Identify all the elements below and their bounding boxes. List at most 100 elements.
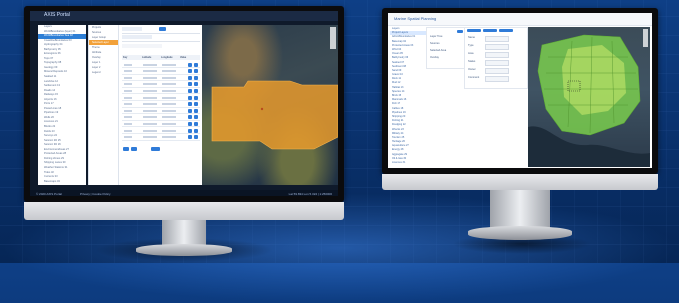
sidebar-item[interactable]: Licences 31 (390, 161, 426, 165)
map-overlay (528, 34, 650, 167)
table-row[interactable] (122, 69, 200, 75)
satellite-map[interactable] (528, 27, 650, 167)
row-action-button[interactable] (194, 75, 198, 80)
sidebar-item[interactable]: Basemaps 34 (38, 180, 86, 185)
row-action-button[interactable] (194, 135, 198, 140)
left-monitor-foot (136, 244, 232, 256)
table-row[interactable] (122, 108, 200, 115)
right-monitor-neck (490, 190, 550, 230)
row-action-button[interactable] (188, 102, 192, 107)
form-label: Name (468, 36, 475, 39)
row-action-button[interactable] (194, 62, 198, 67)
app-title: AXIS Portal (44, 12, 70, 18)
form-label: Area (468, 52, 474, 55)
table-row[interactable] (122, 88, 200, 95)
status-mid[interactable]: Privacy | Cookie Policy (80, 192, 110, 196)
map-overlay (211, 80, 338, 150)
layers-sidebar[interactable]: Layers Project Layers AdminBoundaries 01 Ba… (390, 27, 426, 167)
status-left: © 2020 AXIS Portal (36, 191, 62, 196)
status-right: Lat 59.834 Lon 5.324 | 1:250000 (288, 191, 332, 196)
row-action-button[interactable] (188, 108, 192, 113)
form-field[interactable] (485, 52, 509, 58)
form-field[interactable] (485, 36, 509, 42)
row-action-button[interactable] (188, 95, 192, 100)
form-tab-1[interactable] (467, 29, 481, 32)
form-label: Owner (468, 68, 476, 71)
right-monitor-chin (382, 174, 658, 190)
status-bar: © 2020 AXIS Portal Privacy | Cookie Poli… (30, 190, 338, 196)
project-tree-panel[interactable]: Projects Sources Layer Group Selected Layer… (88, 25, 119, 185)
left-monitor-bezel: AXIS Portal Layers WorldBoundaries (layer… (24, 6, 344, 202)
table-add-button[interactable] (159, 27, 166, 31)
table-row[interactable] (122, 95, 200, 101)
row-action-button[interactable] (194, 69, 198, 74)
table-row[interactable] (122, 128, 200, 134)
form-label: Status (468, 60, 476, 63)
form-tab-2[interactable] (483, 29, 497, 32)
row-action-button[interactable] (194, 115, 198, 120)
row-action-button[interactable] (188, 75, 192, 80)
zoom-control[interactable] (330, 27, 336, 49)
left-monitor-chin (24, 202, 344, 220)
row-action-button[interactable] (194, 128, 198, 133)
row-action-button[interactable] (188, 62, 192, 67)
map-marker[interactable] (260, 107, 264, 111)
table-header-cell[interactable]: Latitude (142, 56, 151, 59)
row-action-button[interactable] (194, 108, 198, 113)
axis-portal-app: AXIS Portal Layers WorldBoundaries (layer… (30, 11, 338, 196)
table-row[interactable] (122, 62, 200, 68)
tree-item[interactable]: Layer Tree (430, 35, 442, 38)
right-monitor-foot (468, 226, 572, 240)
row-action-button[interactable] (188, 128, 192, 133)
layers-sidebar[interactable]: Layers WorldBoundaries (layer) 01 WorldBou… (38, 25, 86, 185)
table-header-cell[interactable]: Longitude (161, 56, 173, 59)
panel-add-button[interactable] (457, 30, 463, 33)
form-label: Comment (468, 76, 480, 79)
row-action-button[interactable] (194, 88, 198, 93)
form-label: Type (468, 44, 474, 47)
form-field[interactable] (485, 68, 509, 74)
table-row[interactable] (122, 82, 200, 88)
tree-item[interactable]: Sources (430, 42, 440, 45)
table-header-cell[interactable]: Value (180, 56, 186, 59)
row-action-button[interactable] (188, 135, 192, 140)
attribute-table[interactable]: Key Latitude Longitude Value (118, 25, 203, 185)
tree-item[interactable]: Legend (89, 70, 119, 75)
form-tab-3[interactable] (499, 29, 513, 32)
app-header: Marine Spatial Planning (388, 13, 652, 26)
left-monitor: AXIS Portal Layers WorldBoundaries (layer… (24, 6, 344, 263)
table-row[interactable] (122, 135, 200, 141)
form-field[interactable] (485, 60, 509, 66)
app-title: Marine Spatial Planning (394, 16, 437, 21)
row-action-button[interactable] (188, 69, 192, 74)
form-field[interactable] (485, 44, 509, 50)
row-action-button[interactable] (194, 121, 198, 126)
row-action-button[interactable] (188, 88, 192, 93)
row-action-button[interactable] (188, 121, 192, 126)
table-header-cell[interactable]: Key (123, 56, 127, 59)
tree-item[interactable]: Selected Area (430, 49, 446, 52)
satellite-map[interactable] (202, 25, 338, 185)
properties-form[interactable]: Name Type Area Status Owner Comment (464, 27, 528, 89)
row-action-button[interactable] (188, 115, 192, 120)
zoom-control[interactable] (643, 29, 648, 47)
left-screen: AXIS Portal Layers WorldBoundaries (layer… (30, 11, 338, 196)
table-export-button[interactable] (151, 147, 160, 151)
form-field[interactable] (485, 76, 509, 82)
selected-area-polygon[interactable] (211, 80, 338, 150)
tree-item[interactable]: Overlay (430, 56, 439, 59)
row-action-button[interactable] (188, 82, 192, 87)
row-action-button[interactable] (194, 102, 198, 107)
table-row[interactable] (122, 121, 200, 128)
planning-app: Marine Spatial Planning Layers Project La… (388, 13, 652, 168)
row-action-button[interactable] (194, 82, 198, 87)
table-prev-button[interactable] (123, 147, 129, 151)
right-monitor-bezel: Marine Spatial Planning Layers Project La… (382, 8, 658, 174)
table-row[interactable] (122, 75, 200, 82)
layer-tree-panel[interactable]: Layer Tree Sources Selected Area Overlay (426, 27, 466, 69)
table-row[interactable] (122, 102, 200, 108)
table-next-button[interactable] (131, 147, 137, 151)
table-row[interactable] (122, 115, 200, 121)
row-action-button[interactable] (194, 95, 198, 100)
app-title-bar: AXIS Portal (30, 11, 338, 21)
